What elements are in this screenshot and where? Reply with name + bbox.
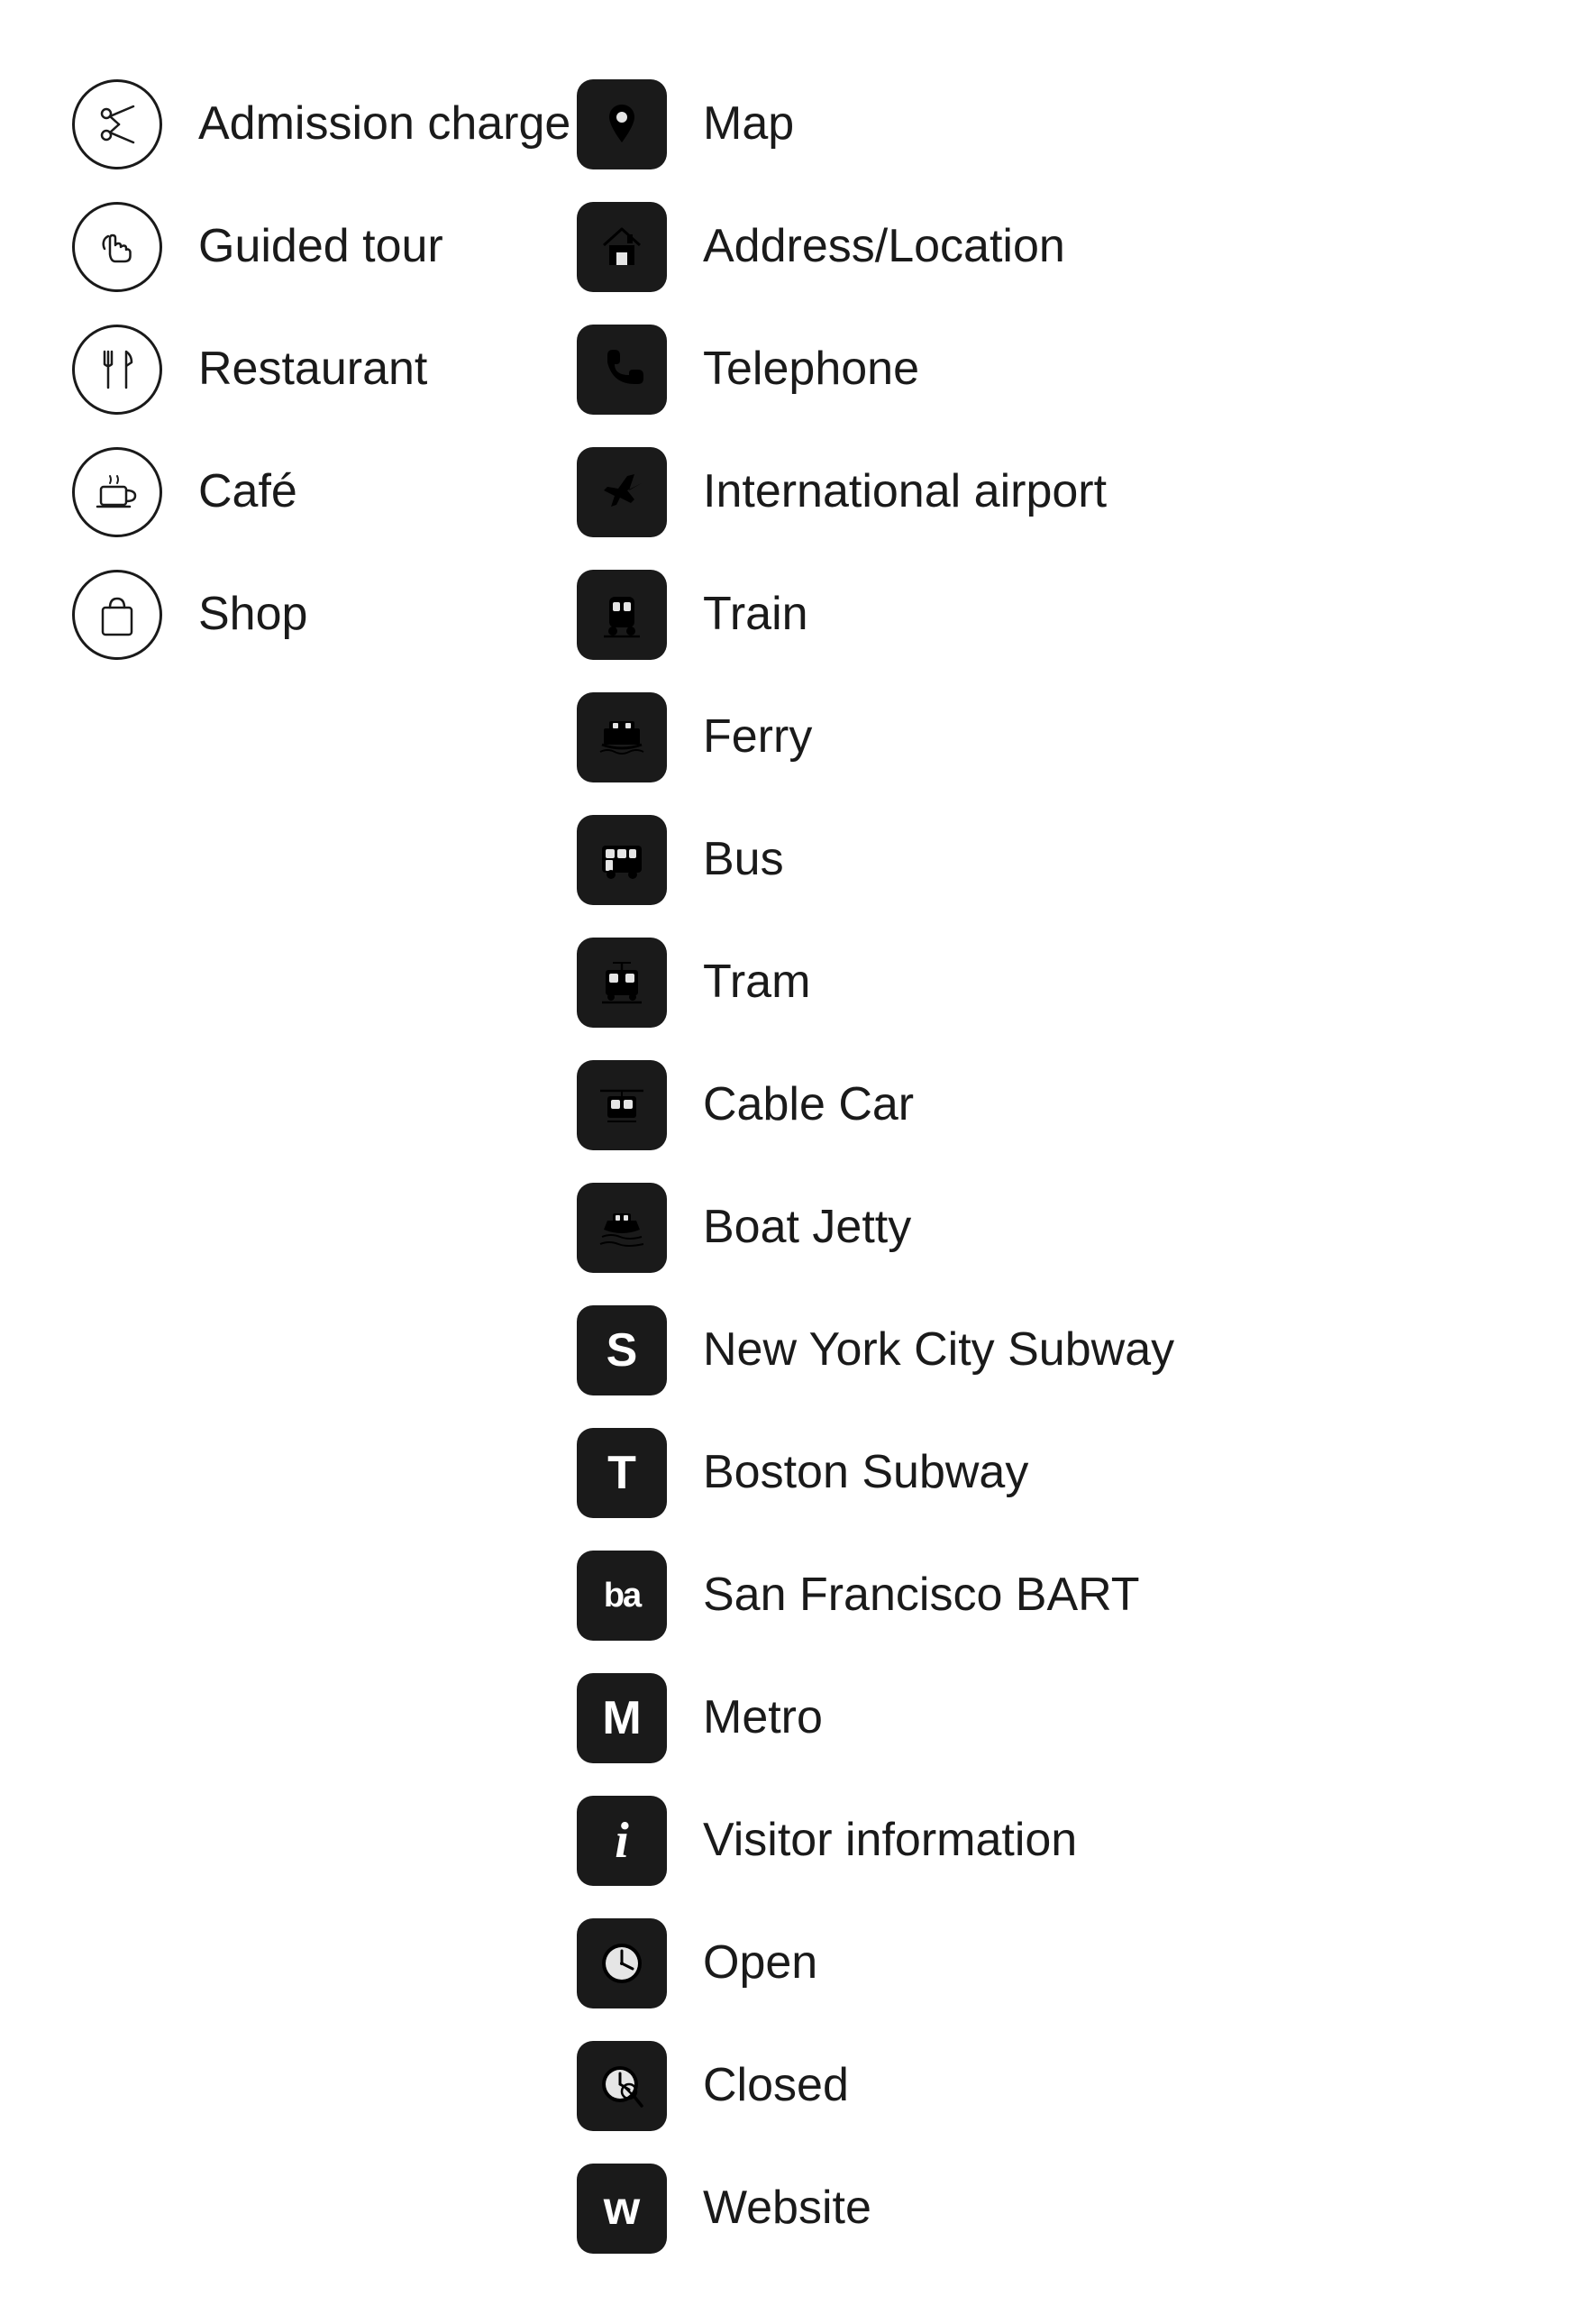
restaurant-label: Restaurant xyxy=(198,343,427,395)
sf-bart-label: San Francisco BART xyxy=(703,1569,1140,1621)
cafe-icon xyxy=(72,447,162,537)
cafe-label: Café xyxy=(198,466,297,517)
list-item: M Metro xyxy=(577,1657,1506,1780)
list-item: Shop xyxy=(72,554,577,676)
list-item: International airport xyxy=(577,431,1506,554)
admission-charge-label: Admission charge xyxy=(198,98,570,150)
map-label: Map xyxy=(703,98,794,150)
list-item: Tram xyxy=(577,921,1506,1044)
list-item: i Visitor information xyxy=(577,1780,1506,1902)
guided-tour-icon xyxy=(72,202,162,292)
telephone-label: Telephone xyxy=(703,343,919,395)
boston-subway-letter: T xyxy=(607,1446,636,1500)
ticket-icon xyxy=(72,79,162,169)
list-item: Map xyxy=(577,63,1506,186)
list-item: T Boston Subway xyxy=(577,1412,1506,1534)
list-item: ba San Francisco BART xyxy=(577,1534,1506,1657)
legend-container: Admission charge Guided tour xyxy=(72,54,1506,2270)
ferry-icon xyxy=(577,692,667,782)
open-label: Open xyxy=(703,1937,817,1989)
open-icon xyxy=(577,1918,667,2008)
metro-label: Metro xyxy=(703,1692,823,1743)
nyc-subway-letter: S xyxy=(607,1323,638,1377)
tram-label: Tram xyxy=(703,956,810,1008)
map-pin-icon xyxy=(577,79,667,169)
metro-letter: M xyxy=(602,1691,641,1745)
list-item: Café xyxy=(72,431,577,554)
visitor-info-label: Visitor information xyxy=(703,1815,1077,1866)
bus-icon xyxy=(577,815,667,905)
nyc-subway-icon: S xyxy=(577,1305,667,1395)
list-item: Closed xyxy=(577,2025,1506,2147)
address-label: Address/Location xyxy=(703,221,1065,272)
list-item: Bus xyxy=(577,799,1506,921)
website-label: Website xyxy=(703,2182,871,2234)
website-letter: w xyxy=(604,2182,640,2236)
boat-jetty-label: Boat Jetty xyxy=(703,1202,911,1253)
address-icon xyxy=(577,202,667,292)
left-column: Admission charge Guided tour xyxy=(72,54,577,2270)
list-item: Telephone xyxy=(577,308,1506,431)
list-item: Boat Jetty xyxy=(577,1167,1506,1289)
tram-icon xyxy=(577,938,667,1028)
list-item: Restaurant xyxy=(72,308,577,431)
list-item: Guided tour xyxy=(72,186,577,308)
list-item: w Website xyxy=(577,2147,1506,2270)
metro-icon: M xyxy=(577,1673,667,1763)
cable-car-icon xyxy=(577,1060,667,1150)
boston-subway-label: Boston Subway xyxy=(703,1447,1028,1498)
telephone-icon xyxy=(577,325,667,415)
airport-icon xyxy=(577,447,667,537)
shop-icon xyxy=(72,570,162,660)
restaurant-icon xyxy=(72,325,162,415)
list-item: Cable Car xyxy=(577,1044,1506,1167)
airport-label: International airport xyxy=(703,466,1107,517)
bus-label: Bus xyxy=(703,834,784,885)
sf-bart-icon: ba xyxy=(577,1551,667,1641)
closed-label: Closed xyxy=(703,2060,849,2111)
closed-icon xyxy=(577,2041,667,2131)
ferry-label: Ferry xyxy=(703,711,812,763)
shop-label: Shop xyxy=(198,589,307,640)
list-item: Address/Location xyxy=(577,186,1506,308)
list-item: S New York City Subway xyxy=(577,1289,1506,1412)
website-icon: w xyxy=(577,2164,667,2254)
train-label: Train xyxy=(703,589,808,640)
sf-bart-letter: ba xyxy=(604,1577,640,1615)
list-item: Admission charge xyxy=(72,63,577,186)
boston-subway-icon: T xyxy=(577,1428,667,1518)
train-icon xyxy=(577,570,667,660)
list-item: Open xyxy=(577,1902,1506,2025)
cable-car-label: Cable Car xyxy=(703,1079,914,1130)
boat-jetty-icon xyxy=(577,1183,667,1273)
list-item: Train xyxy=(577,554,1506,676)
visitor-info-letter: i xyxy=(615,1812,629,1870)
guided-tour-label: Guided tour xyxy=(198,221,443,272)
visitor-info-icon: i xyxy=(577,1796,667,1886)
right-column: Map Address/Location xyxy=(577,54,1506,2270)
list-item: Ferry xyxy=(577,676,1506,799)
nyc-subway-label: New York City Subway xyxy=(703,1324,1174,1376)
